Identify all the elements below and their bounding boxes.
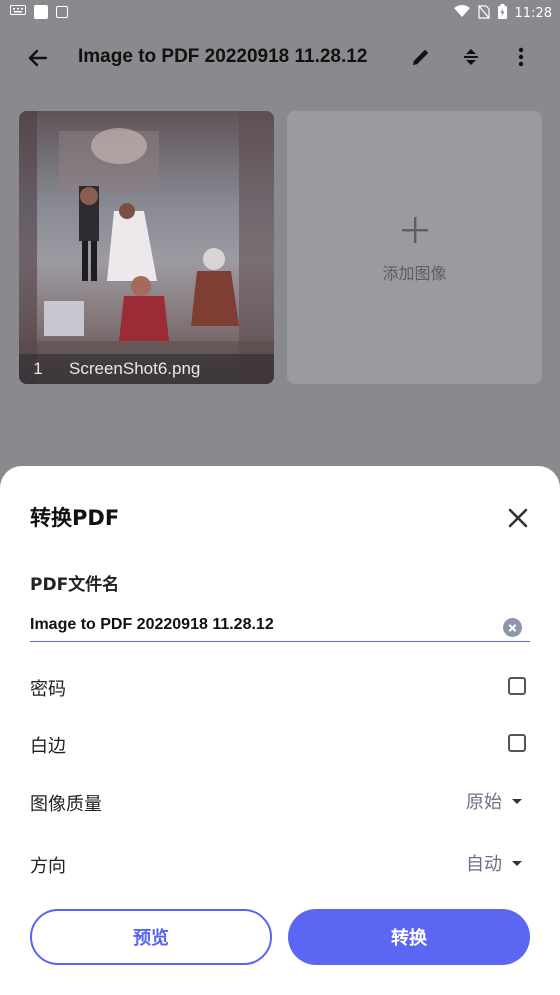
- image-filename: ScreenShot6.png: [69, 359, 201, 378]
- margin-label: 白边: [30, 736, 66, 757]
- sheet-title: 转换PDF: [30, 506, 120, 530]
- image-index: 1: [33, 359, 43, 378]
- app-notification-icon: [56, 6, 68, 18]
- more-vert-icon[interactable]: [508, 44, 534, 70]
- image-caption: 1 ScreenShot6.png: [19, 354, 274, 384]
- edit-pencil-icon[interactable]: [408, 44, 434, 70]
- clock: 11:28: [514, 6, 552, 21]
- convert-pdf-sheet: 转换PDF PDF文件名 密码 白边 图像质量 原始 方向 自动 预览 转换: [0, 466, 560, 995]
- quality-row[interactable]: 图像质量 原始: [30, 786, 530, 816]
- clear-text-icon[interactable]: [503, 618, 522, 637]
- orientation-row[interactable]: 方向 自动: [30, 848, 530, 878]
- quality-dropdown[interactable]: 原始: [466, 788, 522, 814]
- add-image-label: 添加图像: [382, 263, 447, 283]
- wifi-icon: [453, 5, 470, 22]
- add-image-tile[interactable]: 添加图像: [287, 111, 542, 384]
- password-checkbox[interactable]: [508, 677, 526, 695]
- filename-input[interactable]: [30, 612, 530, 642]
- no-sim-icon: [477, 4, 490, 23]
- close-icon[interactable]: [506, 506, 530, 530]
- page-title: Image to PDF 20220918 11.28.12: [78, 46, 368, 67]
- sort-icon[interactable]: [458, 44, 484, 70]
- status-bar: 11:28: [0, 0, 560, 24]
- password-label: 密码: [30, 679, 66, 700]
- notification-icon: [34, 5, 48, 19]
- orientation-dropdown[interactable]: 自动: [466, 850, 522, 876]
- battery-icon: [497, 4, 507, 23]
- margin-row[interactable]: 白边: [30, 728, 530, 758]
- dropdown-arrow-icon: [512, 860, 522, 866]
- filename-label: PDF文件名: [30, 575, 120, 595]
- image-thumbnail: [19, 111, 274, 384]
- dropdown-arrow-icon: [512, 798, 522, 804]
- back-arrow-icon[interactable]: [24, 44, 52, 72]
- quality-value: 原始: [466, 792, 502, 813]
- app-bar: Image to PDF 20220918 11.28.12: [0, 24, 560, 90]
- image-tile[interactable]: 1 ScreenShot6.png: [19, 111, 274, 384]
- plus-icon: [400, 212, 430, 252]
- quality-label: 图像质量: [30, 794, 102, 815]
- convert-button[interactable]: 转换: [288, 909, 530, 965]
- keyboard-icon: [10, 4, 26, 20]
- password-row[interactable]: 密码: [30, 671, 530, 701]
- orientation-label: 方向: [30, 856, 66, 877]
- preview-button[interactable]: 预览: [30, 909, 272, 965]
- margin-checkbox[interactable]: [508, 734, 526, 752]
- orientation-value: 自动: [466, 854, 502, 875]
